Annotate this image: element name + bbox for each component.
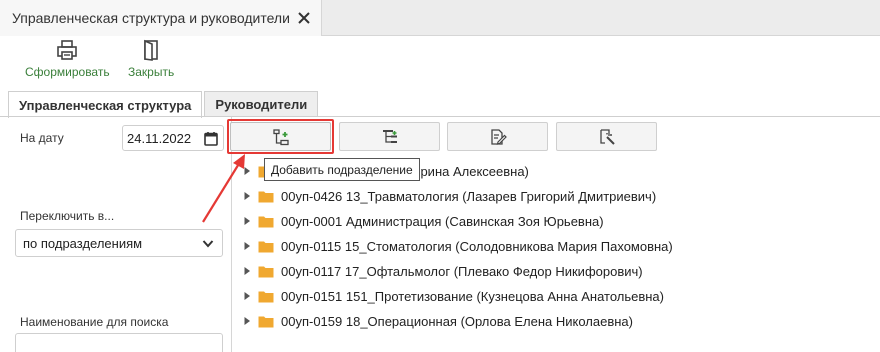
folder-icon bbox=[258, 316, 274, 327]
folder-icon bbox=[258, 291, 274, 302]
inner-tabs: Управленческая структура Руководители bbox=[8, 91, 320, 118]
toolbar: Сформировать Закрыть bbox=[0, 36, 880, 88]
print-icon bbox=[57, 40, 78, 60]
tree-row-label: 00уп-0159 18_Операционная (Орлова Елена … bbox=[281, 313, 633, 329]
date-field[interactable]: 24.11.2022 bbox=[122, 125, 224, 151]
add-department-tooltip: Добавить подразделение bbox=[264, 158, 420, 181]
tree-row[interactable]: 00уп-0426 13_Травматология (Лазарев Григ… bbox=[240, 185, 860, 207]
switch-label: Переключить в... bbox=[20, 209, 115, 223]
window-tab[interactable]: Управленческая структура и руководители bbox=[0, 0, 322, 36]
tree-row[interactable]: 00уп-0115 15_Стоматология (Солодовникова… bbox=[240, 235, 860, 257]
search-label: Наименование для поиска bbox=[20, 315, 169, 329]
tree-row-label: 00уп-0117 17_Офтальмолог (Плевако Федор … bbox=[281, 263, 643, 279]
expand-caret-icon[interactable] bbox=[242, 266, 252, 276]
magic-wand-icon bbox=[599, 128, 615, 145]
form-button-label: Сформировать bbox=[25, 65, 110, 79]
folder-icon bbox=[258, 191, 274, 202]
chevron-down-icon bbox=[202, 240, 214, 248]
window-tab-title: Управленческая структура и руководители bbox=[12, 10, 290, 26]
tree-row[interactable]: 00уп-0001 Администрация (Савинская Зоя Ю… bbox=[240, 210, 860, 232]
switch-select-value: по подразделениям bbox=[23, 235, 143, 251]
calendar-icon[interactable] bbox=[204, 131, 218, 146]
form-button[interactable]: Сформировать bbox=[25, 38, 110, 79]
close-button-label: Закрыть bbox=[128, 65, 175, 79]
expand-caret-icon[interactable] bbox=[242, 291, 252, 301]
tree-row[interactable]: 00уп-0151 151_Протетизование (Кузнецова … bbox=[240, 285, 860, 307]
folder-icon bbox=[258, 241, 274, 252]
tree-row[interactable]: 00уп-0159 18_Операционная (Орлова Елена … bbox=[240, 310, 860, 332]
tab-management-structure[interactable]: Управленческая структура bbox=[8, 91, 203, 118]
tab-managers[interactable]: Руководители bbox=[204, 91, 319, 117]
tree-row-label: 00уп-0001 Администрация (Савинская Зоя Ю… bbox=[281, 213, 604, 229]
expand-caret-icon[interactable] bbox=[242, 241, 252, 251]
switch-select[interactable]: по подразделениям bbox=[15, 229, 223, 257]
door-icon bbox=[144, 39, 158, 61]
close-button[interactable]: Закрыть bbox=[128, 38, 174, 79]
date-value: 24.11.2022 bbox=[127, 130, 192, 146]
magic-wand-button[interactable] bbox=[556, 122, 657, 151]
add-subordinate-button[interactable] bbox=[339, 122, 440, 151]
tree-row-label: 00уп-0151 151_Протетизование (Кузнецова … bbox=[281, 288, 664, 304]
search-input[interactable] bbox=[15, 333, 223, 352]
date-label: На дату bbox=[20, 131, 64, 145]
close-icon[interactable] bbox=[295, 9, 313, 27]
highlight-frame bbox=[227, 119, 334, 154]
tree-add-icon bbox=[382, 129, 397, 143]
edit-document-icon bbox=[490, 128, 507, 145]
window-tab-strip: Управленческая структура и руководители bbox=[0, 0, 880, 36]
folder-icon bbox=[258, 216, 274, 227]
tree-row[interactable]: 00уп-0117 17_Офтальмолог (Плевако Федор … bbox=[240, 260, 860, 282]
edit-button[interactable] bbox=[447, 122, 548, 151]
tree-row-label: 00уп-0115 15_Стоматология (Солодовникова… bbox=[281, 238, 673, 254]
annotation-arrow bbox=[202, 154, 245, 223]
folder-icon bbox=[258, 266, 274, 277]
expand-caret-icon[interactable] bbox=[242, 316, 252, 326]
tree-row-label: 00уп-0426 13_Травматология (Лазарев Григ… bbox=[281, 188, 657, 204]
